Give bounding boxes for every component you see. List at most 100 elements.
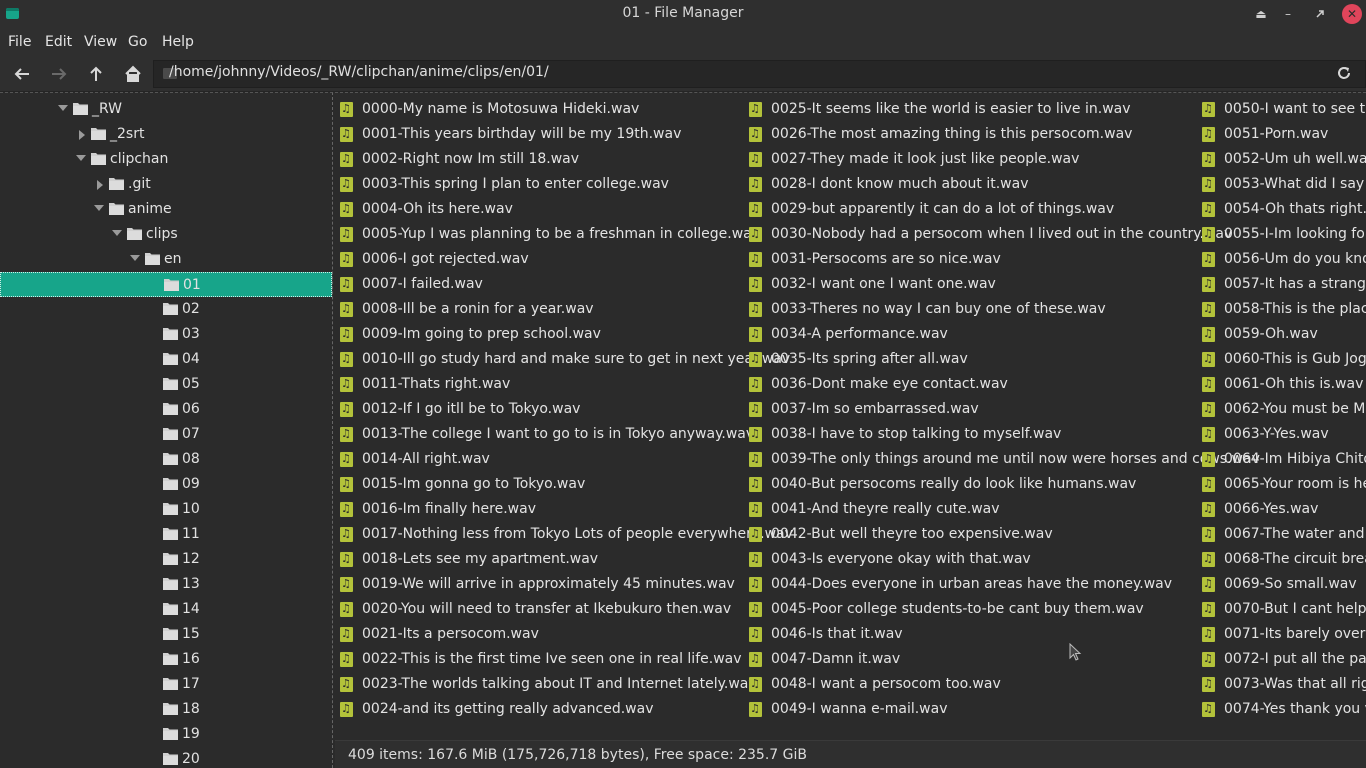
tree-item-02[interactable]: 02 <box>0 297 332 322</box>
tree-item-anime[interactable]: anime <box>0 197 332 222</box>
arrow-left-icon <box>14 68 29 80</box>
maximize-button[interactable] <box>1310 4 1330 24</box>
folder-icon <box>91 152 106 165</box>
audio-file-icon <box>1202 526 1215 542</box>
tree-item-2srt[interactable]: _2srt <box>0 122 332 147</box>
folder-icon <box>163 527 178 540</box>
audio-file-icon <box>749 351 762 367</box>
tree-item-04[interactable]: 04 <box>0 347 332 372</box>
tree-item-14[interactable]: 14 <box>0 597 332 622</box>
tree-item-en[interactable]: en <box>0 247 332 272</box>
audio-file-icon <box>1202 476 1215 492</box>
tree-item-05[interactable]: 05 <box>0 372 332 397</box>
tree-item-label: 03 <box>182 326 200 342</box>
tree-item-09[interactable]: 09 <box>0 472 332 497</box>
folder-icon <box>163 552 178 565</box>
file-name: 0034-A performance.wav <box>771 326 948 342</box>
file-name: 0069-So small.wav <box>1224 576 1357 592</box>
tree-item-15[interactable]: 15 <box>0 622 332 647</box>
audio-file-icon <box>749 176 762 192</box>
audio-file-icon <box>1202 176 1215 192</box>
file-name: 0043-Is everyone okay with that.wav <box>771 551 1031 567</box>
audio-file-icon <box>340 401 353 417</box>
collapse-arrow-icon[interactable] <box>76 155 86 161</box>
audio-file-icon <box>749 251 762 267</box>
file-list-view[interactable]: 0000-My name is Motosuwa Hideki.wav 0001-… <box>335 92 1366 740</box>
tree-item-label: 09 <box>182 476 200 492</box>
reload-button[interactable] <box>1334 63 1354 83</box>
file-name: 0028-I dont know much about it.wav <box>771 176 1029 192</box>
up-button[interactable] <box>84 62 108 86</box>
audio-file-icon <box>749 526 762 542</box>
file-name: 0060-This is Gub Jogasak <box>1224 351 1366 367</box>
audio-file-icon <box>749 426 762 442</box>
close-button[interactable]: ✕ <box>1342 4 1362 24</box>
tree-item-10[interactable]: 10 <box>0 497 332 522</box>
folder-icon <box>163 502 178 515</box>
minimize-button[interactable]: – <box>1278 4 1298 24</box>
location-input[interactable]: /home/johnny/Videos/_RW/clipchan/anime/c… <box>169 64 549 80</box>
audio-file-icon <box>1202 151 1215 167</box>
tree-item-RW[interactable]: _RW <box>0 97 332 122</box>
audio-file-icon <box>340 301 353 317</box>
tree-item-18[interactable]: 18 <box>0 697 332 722</box>
audio-file-icon <box>1202 301 1215 317</box>
folder-icon <box>163 652 178 665</box>
tree-item-16[interactable]: 16 <box>0 647 332 672</box>
menu-go[interactable]: Go <box>128 34 147 50</box>
collapse-arrow-icon[interactable] <box>94 205 104 211</box>
expand-arrow-icon[interactable] <box>79 130 85 140</box>
audio-file-icon <box>1202 226 1215 242</box>
audio-file-icon <box>1202 701 1215 717</box>
folder-icon <box>109 177 124 190</box>
tree-item-label: 13 <box>182 576 200 592</box>
tree-item-clipchan[interactable]: clipchan <box>0 147 332 172</box>
collapse-arrow-icon[interactable] <box>58 105 68 111</box>
tree-item-11[interactable]: 11 <box>0 522 332 547</box>
audio-file-icon <box>1202 551 1215 567</box>
tree-item-label: 01 <box>183 277 201 293</box>
folder-icon <box>164 278 179 291</box>
collapse-arrow-icon[interactable] <box>130 255 140 261</box>
menu-edit[interactable]: Edit <box>45 34 72 50</box>
audio-file-icon <box>749 326 762 342</box>
tree-item-20[interactable]: 20 <box>0 747 332 768</box>
collapse-arrow-icon[interactable] <box>112 230 122 236</box>
tree-item-03[interactable]: 03 <box>0 322 332 347</box>
tree-item-06[interactable]: 06 <box>0 397 332 422</box>
menu-view[interactable]: View <box>84 34 117 50</box>
forward-button[interactable] <box>47 62 71 86</box>
audio-file-icon <box>340 176 353 192</box>
menu-help[interactable]: Help <box>162 34 194 50</box>
audio-file-icon <box>340 651 353 667</box>
tree-item-17[interactable]: 17 <box>0 672 332 697</box>
file-name: 0040-But persocoms really do look like h… <box>771 476 1137 492</box>
audio-file-icon <box>340 501 353 517</box>
folder-tree-sidebar[interactable]: _RW _2srt clipchan .git anime clips en 01 02 03 04… <box>0 92 333 768</box>
tree-item-12[interactable]: 12 <box>0 547 332 572</box>
menu-file[interactable]: File <box>8 34 31 50</box>
folder-icon <box>163 752 178 765</box>
expand-arrow-icon[interactable] <box>97 180 103 190</box>
file-name: 0002-Right now Im still 18.wav <box>362 151 580 167</box>
tree-item-01[interactable]: 01 <box>0 272 332 297</box>
file-name: 0018-Lets see my apartment.wav <box>362 551 599 567</box>
file-name: 0010-Ill go study hard and make sure to … <box>362 351 791 367</box>
tree-item-label: 02 <box>182 301 200 317</box>
tree-item-clips[interactable]: clips <box>0 222 332 247</box>
tree-item-08[interactable]: 08 <box>0 447 332 472</box>
tree-item-19[interactable]: 19 <box>0 722 332 747</box>
file-name: 0003-This spring I plan to enter college… <box>362 176 669 192</box>
file-name: 0068-The circuit breake <box>1224 551 1366 567</box>
back-button[interactable] <box>10 62 34 86</box>
eject-icon[interactable]: ⏏ <box>1251 4 1271 24</box>
tree-item-label: 12 <box>182 551 200 567</box>
tree-item-git[interactable]: .git <box>0 172 332 197</box>
home-button[interactable] <box>121 62 145 86</box>
audio-file-icon <box>749 151 762 167</box>
audio-file-icon <box>749 451 762 467</box>
audio-file-icon <box>749 676 762 692</box>
tree-item-07[interactable]: 07 <box>0 422 332 447</box>
file-name: 0009-Im going to prep school.wav <box>362 326 601 342</box>
tree-item-13[interactable]: 13 <box>0 572 332 597</box>
